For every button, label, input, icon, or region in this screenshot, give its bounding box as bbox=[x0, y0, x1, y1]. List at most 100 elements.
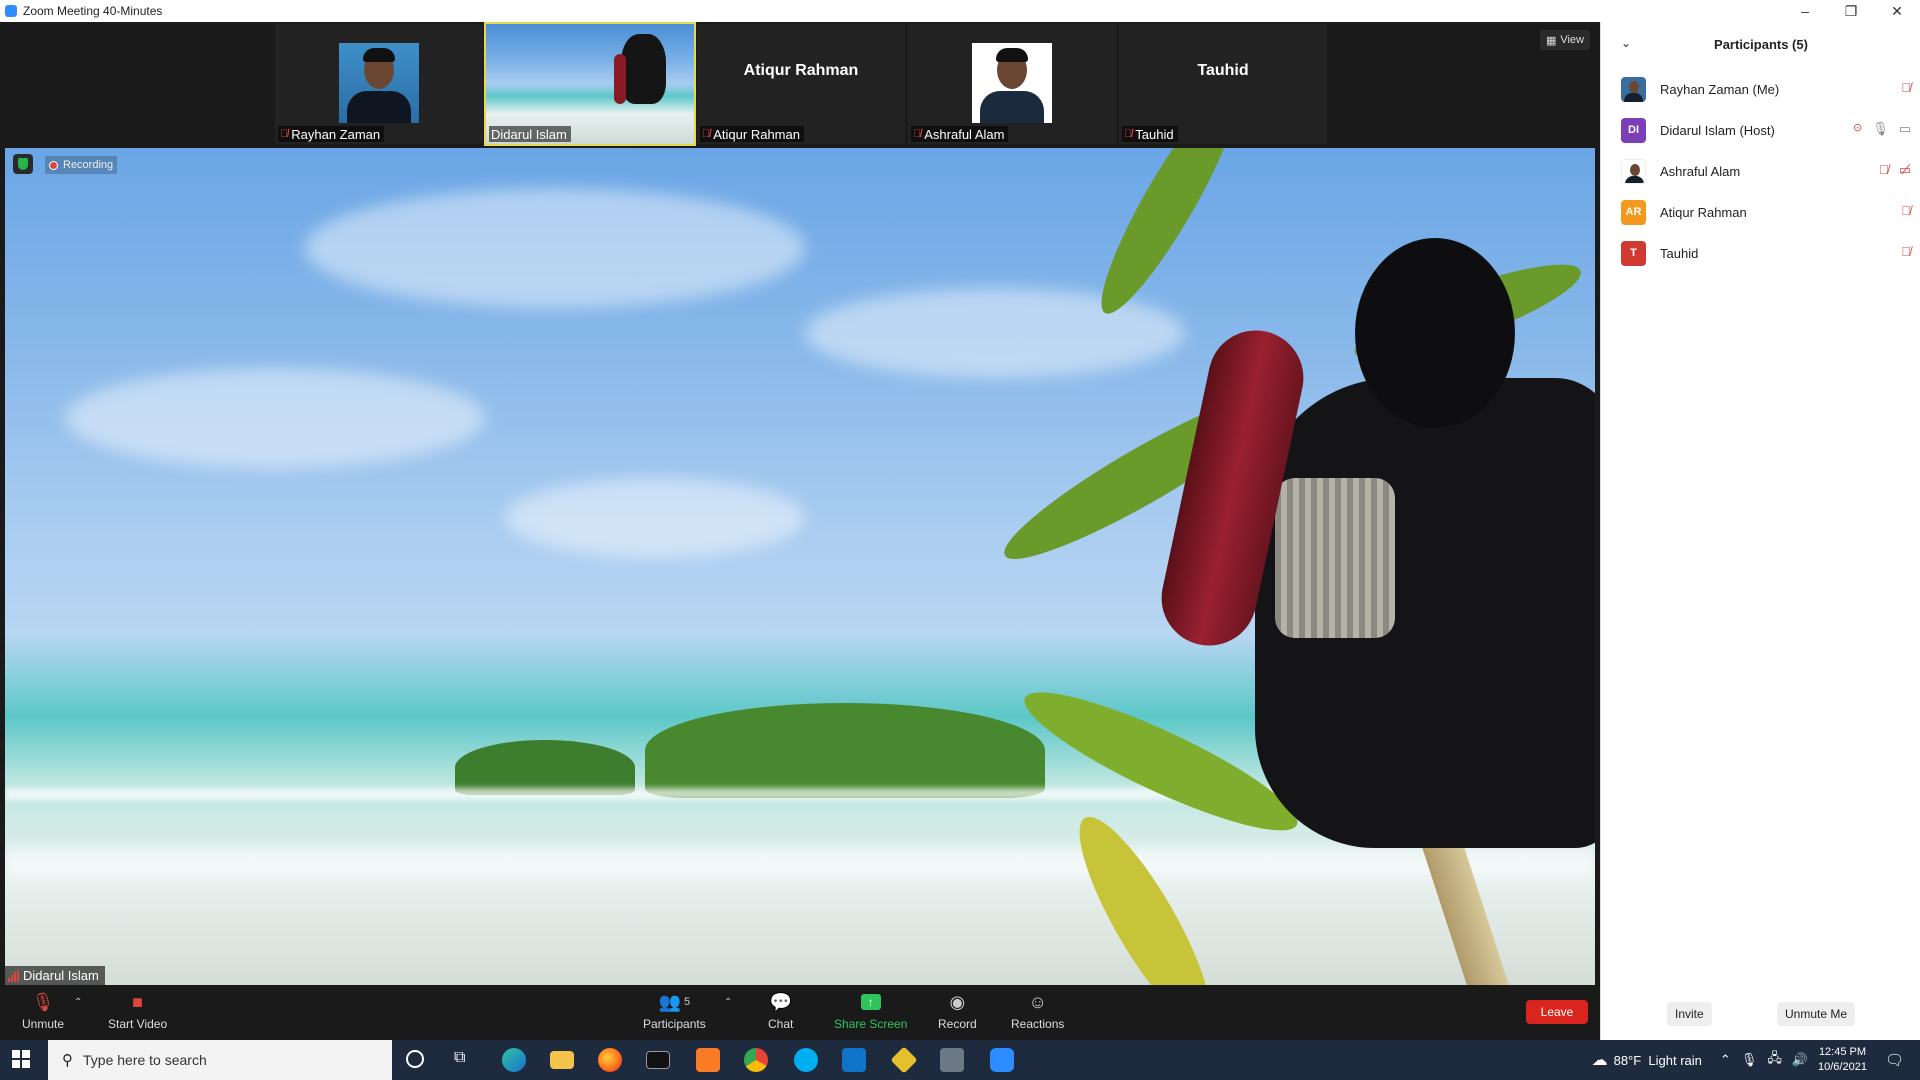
share-screen-button[interactable]: ↑ Share Screen bbox=[834, 991, 907, 1031]
git-kraken-icon[interactable] bbox=[890, 1046, 918, 1074]
audio-options-caret-icon[interactable]: ⌃ bbox=[74, 997, 82, 1008]
participants-panel-title: Participants (5) bbox=[1714, 36, 1808, 52]
skype-icon[interactable] bbox=[794, 1048, 818, 1072]
participants-panel-header: ⌄ Participants (5) bbox=[1601, 22, 1920, 66]
participant-row-rayhan[interactable]: Rayhan Zaman (Me) 🎙̸ bbox=[1621, 74, 1911, 104]
unmute-me-button[interactable]: Unmute Me bbox=[1777, 1002, 1856, 1026]
avatar: AR bbox=[1621, 199, 1646, 225]
xampp-icon[interactable] bbox=[696, 1048, 720, 1072]
firefox-icon[interactable] bbox=[598, 1048, 622, 1072]
network-icon[interactable]: 🖧 bbox=[1767, 1049, 1782, 1071]
volume-icon[interactable]: 🔊 bbox=[1792, 1052, 1808, 1068]
thumb-name-tag: 🎙̸ Tauhid bbox=[1122, 126, 1178, 142]
participants-panel: ⌄ Participants (5) Rayhan Zaman (Me) 🎙̸ … bbox=[1600, 22, 1920, 1040]
encryption-shield-icon[interactable] bbox=[13, 154, 33, 174]
windows-taskbar: ⚲ Type here to search ⧉ ☁ 88°F Light rai… bbox=[0, 1040, 1920, 1080]
speaker-name-tag: Didarul Islam bbox=[5, 966, 105, 985]
participant-row-didarul[interactable]: DI Didarul Islam (Host) ⊙ 🎙 ▭ bbox=[1621, 115, 1911, 145]
invite-button[interactable]: Invite bbox=[1667, 1002, 1712, 1026]
close-button[interactable]: ✕ bbox=[1874, 0, 1920, 22]
avatar: T bbox=[1621, 240, 1646, 266]
edge-browser-icon[interactable] bbox=[502, 1048, 526, 1072]
window-controls: – ❐ ✕ bbox=[1782, 0, 1920, 22]
participant-row-tauhid[interactable]: T Tauhid 🎙̸ bbox=[1621, 238, 1911, 268]
share-screen-icon: ↑ bbox=[860, 991, 881, 1013]
task-view-icon[interactable]: ⧉ bbox=[454, 1049, 465, 1067]
thumb-atiqur-rahman[interactable]: Atiqur Rahman 🎙̸ Atiqur Rahman bbox=[697, 24, 905, 144]
show-hidden-icons-icon[interactable]: ⌃ bbox=[1720, 1052, 1731, 1068]
thumb-tauhid[interactable]: Tauhid 🎙̸ Tauhid bbox=[1119, 24, 1327, 144]
video-icon[interactable]: ▭ bbox=[1899, 121, 1911, 137]
avatar: DI bbox=[1621, 117, 1646, 143]
mic-muted-icon: 🎙 bbox=[31, 991, 55, 1012]
mic-muted-icon[interactable]: 🎙̸ bbox=[1901, 203, 1911, 218]
leave-button[interactable]: Leave bbox=[1526, 1000, 1588, 1024]
vscode-icon[interactable] bbox=[842, 1048, 866, 1072]
video-off-icon: ■ bbox=[132, 991, 144, 1012]
grid-icon: ▦ bbox=[1545, 34, 1557, 47]
file-explorer-icon[interactable] bbox=[550, 1051, 574, 1069]
start-video-button[interactable]: ■ Start Video bbox=[108, 991, 167, 1032]
notifications-icon[interactable]: 🗨 bbox=[1885, 1051, 1904, 1069]
collapse-chevron-icon[interactable]: ⌄ bbox=[1621, 36, 1631, 50]
avatar bbox=[1621, 76, 1646, 102]
participants-caret-icon[interactable]: ⌃ bbox=[724, 997, 732, 1008]
thumb-name-tag: 🎙̸ Rayhan Zaman bbox=[278, 126, 385, 142]
minimize-button[interactable]: – bbox=[1782, 0, 1828, 22]
reactions-button[interactable]: ☺ Reactions bbox=[1011, 991, 1064, 1032]
mic-muted-icon: 🎙̸ bbox=[702, 128, 711, 140]
video-off-icon[interactable]: ▭̸ bbox=[1899, 162, 1911, 178]
system-tray: ☁ 88°F Light rain ⌃ 🎙 🖧 🔊 12:45 PM 10/6/… bbox=[1592, 1040, 1920, 1080]
mic-muted-icon: 🎙̸ bbox=[913, 128, 922, 140]
terminal-icon[interactable] bbox=[646, 1051, 670, 1069]
participants-button[interactable]: 👥 5 Participants bbox=[643, 991, 706, 1032]
chat-button[interactable]: 💬 Chat bbox=[768, 991, 793, 1032]
clock[interactable]: 12:45 PM 10/6/2021 bbox=[1818, 1045, 1867, 1075]
thumb-rayhan-zaman[interactable]: 🎙̸ Rayhan Zaman bbox=[275, 24, 483, 144]
mic-muted-icon: 🎙̸ bbox=[1124, 128, 1133, 140]
cortana-icon[interactable] bbox=[406, 1050, 424, 1068]
recording-dot-icon bbox=[49, 160, 58, 170]
microphone-tray-icon[interactable]: 🎙 bbox=[1741, 1052, 1758, 1068]
taskbar-search-box[interactable]: ⚲ Type here to search bbox=[48, 1040, 392, 1080]
unmute-button[interactable]: 🎙 Unmute bbox=[22, 991, 64, 1032]
participant-photo bbox=[972, 43, 1052, 123]
chrome-icon[interactable] bbox=[744, 1048, 768, 1072]
mic-muted-icon[interactable]: 🎙̸ bbox=[1901, 244, 1911, 259]
weather-cloud-icon: ☁ bbox=[1591, 1052, 1608, 1069]
avatar bbox=[1621, 158, 1646, 184]
participant-row-atiqur[interactable]: AR Atiqur Rahman 🎙̸ bbox=[1621, 197, 1911, 227]
windows-start-icon[interactable] bbox=[12, 1050, 30, 1068]
participants-icon: 👥 5 bbox=[658, 991, 691, 1012]
mic-muted-icon[interactable]: 🎙̸ bbox=[1901, 80, 1911, 95]
record-button[interactable]: ◉ Record bbox=[938, 991, 977, 1032]
remote-desktop-icon[interactable] bbox=[940, 1048, 964, 1072]
main-video: Recording Didarul Islam bbox=[5, 148, 1595, 985]
participant-big-name: Tauhid bbox=[1197, 62, 1249, 79]
reactions-icon: ☺ bbox=[1028, 991, 1047, 1012]
signal-bars-icon bbox=[8, 969, 19, 982]
thumbnail-strip: 🎙̸ Rayhan Zaman Didarul Islam Atiqur Rahm… bbox=[0, 22, 1600, 147]
mic-icon[interactable]: 🎙 bbox=[1872, 121, 1889, 137]
meeting-stage: 🎙̸ Rayhan Zaman Didarul Islam Atiqur Rahm… bbox=[0, 22, 1600, 985]
window-title: Zoom Meeting 40-Minutes bbox=[23, 4, 163, 18]
meeting-toolbar: 🎙 Unmute ⌃ ■ Start Video 👥 5 Participants… bbox=[0, 985, 1600, 1040]
zoom-app-icon[interactable] bbox=[990, 1048, 1014, 1072]
participant-row-ashraful[interactable]: Ashraful Alam 🎙̸ ▭̸ bbox=[1621, 156, 1911, 186]
participant-big-name: Atiqur Rahman bbox=[743, 62, 859, 79]
thumb-name-tag: 🎙̸ Atiqur Rahman bbox=[700, 126, 804, 142]
thumb-didarul-islam[interactable]: Didarul Islam bbox=[484, 22, 696, 146]
weather-text[interactable]: 88°F Light rain bbox=[1614, 1053, 1702, 1068]
record-icon: ◉ bbox=[949, 991, 966, 1012]
recording-indicator[interactable]: Recording bbox=[45, 156, 118, 174]
mic-muted-icon[interactable]: 🎙̸ bbox=[1879, 162, 1889, 178]
restore-button[interactable]: ❐ bbox=[1828, 0, 1874, 22]
speaker-video-subject bbox=[1152, 238, 1595, 858]
participants-panel-footer: Invite Unmute Me bbox=[1601, 1002, 1920, 1028]
mic-muted-icon: 🎙̸ bbox=[280, 128, 289, 140]
recording-icon: ⊙ bbox=[1852, 122, 1863, 134]
thumb-ashraful-alam[interactable]: 🎙̸ Ashraful Alam bbox=[908, 24, 1116, 144]
zoom-logo-icon bbox=[5, 5, 17, 17]
thumb-name-tag: Didarul Islam bbox=[489, 126, 571, 142]
view-button[interactable]: ▦ View bbox=[1539, 30, 1590, 50]
